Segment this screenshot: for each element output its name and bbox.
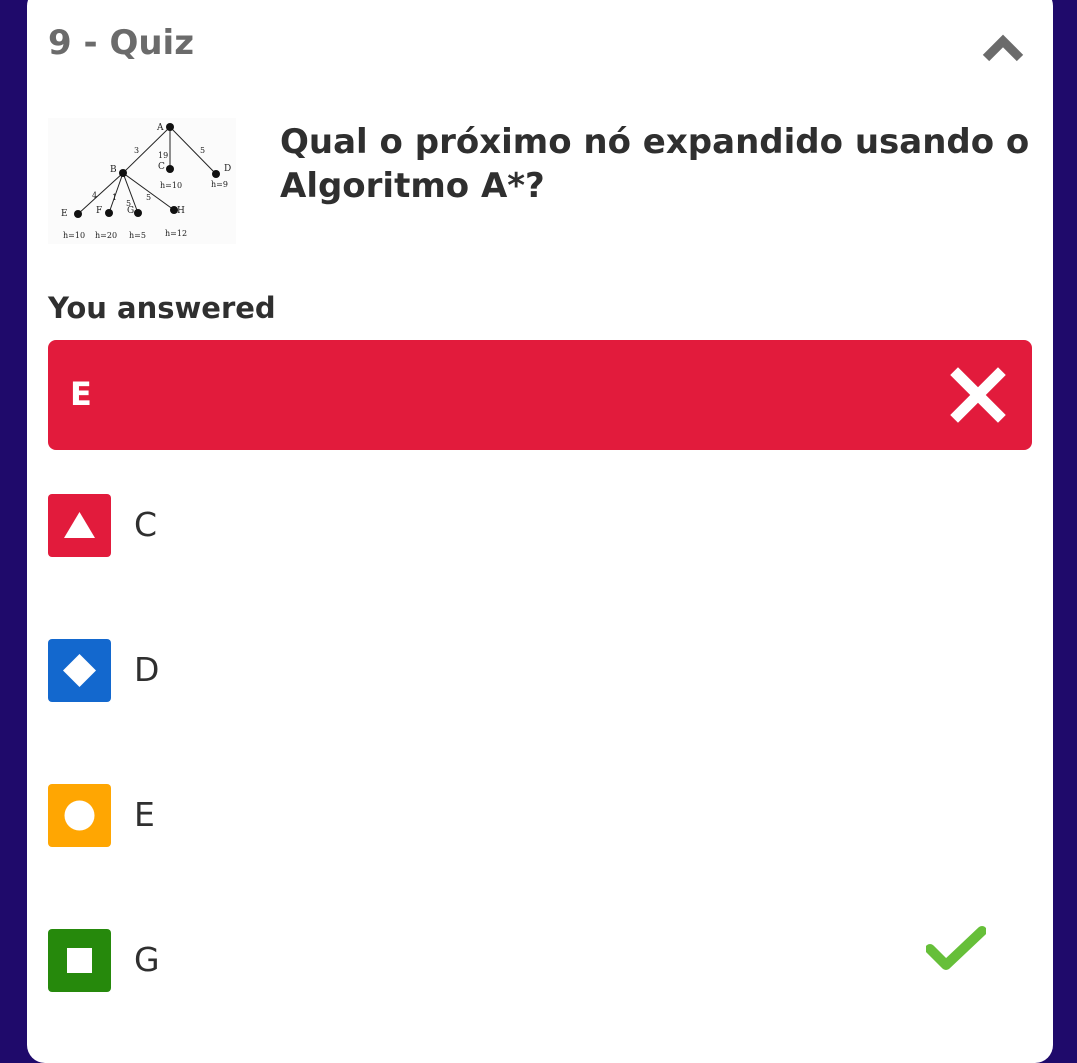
option-shape-box [48,929,111,992]
question-text: Qual o próximo nó expandido usando o Alg… [280,122,1030,206]
svg-text:B: B [110,165,117,175]
selected-answer-text: E [70,375,92,413]
svg-text:h=10: h=10 [63,231,85,240]
svg-text:H: H [177,206,185,216]
option-label: C [134,505,158,544]
svg-text:h=10: h=10 [160,181,182,190]
option-g[interactable]: G [48,926,1032,993]
triangle-icon [64,512,95,538]
svg-text:1: 1 [112,193,117,202]
svg-text:h=9: h=9 [211,180,228,189]
option-d[interactable]: D [48,639,1032,703]
circle-icon [64,800,95,831]
svg-text:5: 5 [146,193,151,202]
option-shape-box [48,639,111,702]
option-label: D [134,650,160,689]
svg-text:5: 5 [200,146,205,155]
quiz-title: 9 - Quiz [48,23,194,63]
svg-text:5: 5 [126,199,131,208]
svg-text:4: 4 [92,191,97,200]
close-icon [950,367,1006,423]
option-label: E [134,795,155,834]
option-c[interactable]: C [48,494,1032,558]
svg-text:E: E [61,209,68,219]
option-shape-box [48,784,111,847]
collapse-button[interactable] [980,28,1026,68]
svg-text:F: F [96,206,102,216]
svg-text:19: 19 [158,151,168,160]
diamond-icon [63,654,96,687]
checkmark-icon [926,926,986,970]
svg-text:h=12: h=12 [165,229,187,238]
selected-answer-banner: E [48,340,1032,450]
svg-text:D: D [224,164,231,174]
option-e[interactable]: E [48,784,1032,848]
svg-text:C: C [158,162,165,172]
svg-text:h=20: h=20 [95,231,117,240]
question-image: A B C D E F G H 3 19 5 4 1 5 5 h=10 h=9 … [48,118,236,244]
chevron-up-icon [982,34,1024,62]
square-icon [67,948,92,973]
option-shape-box [48,494,111,557]
svg-text:h=5: h=5 [129,231,146,240]
you-answered-label: You answered [48,291,276,325]
search-tree-diagram: A B C D E F G H 3 19 5 4 1 5 5 h=10 h=9 … [61,123,231,240]
option-label: G [134,940,160,979]
svg-text:3: 3 [134,146,139,155]
svg-text:A: A [156,123,164,133]
